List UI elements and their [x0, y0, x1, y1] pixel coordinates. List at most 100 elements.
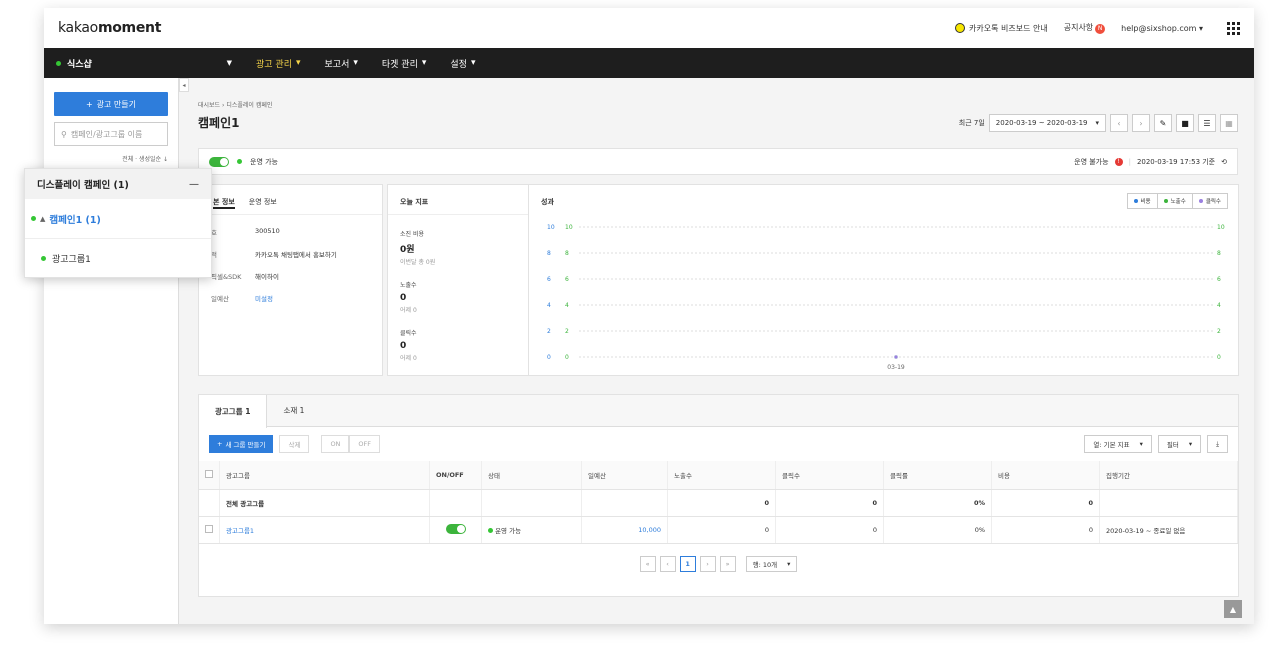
col-ctr[interactable]: 클릭률: [883, 461, 992, 490]
account-menu[interactable]: help@sixshop.com ▾: [1121, 24, 1203, 33]
campaign-onoff-toggle[interactable]: [209, 156, 229, 167]
metric-impressions: 노출수 0 어제 0: [400, 282, 417, 314]
status-dot-icon: [31, 216, 36, 221]
scroll-top-button[interactable]: ▲: [1224, 600, 1242, 618]
sidebar-collapse-button[interactable]: ◂: [179, 78, 189, 92]
prev-period-button[interactable]: ‹: [1110, 114, 1128, 132]
col-period[interactable]: 집행기간: [1099, 461, 1238, 490]
metric-cost: 소진 비용 0원 이번달 총 0원: [400, 231, 436, 266]
today-metrics-panel: 오늘 지표 소진 비용 0원 이번달 총 0원 노출수 0 어제 0 클릭수 0 어제 0: [387, 184, 529, 376]
daily-budget-link[interactable]: 미설정: [255, 293, 273, 303]
notice-link[interactable]: 공지사항 N: [1064, 22, 1106, 34]
edit-icon[interactable]: ✎: [1154, 114, 1172, 132]
pagination: « ‹ 1 › » 행: 10개 ▾: [199, 555, 1238, 572]
tab-adgroup[interactable]: 광고그룹 1: [199, 395, 268, 428]
prev-page-button[interactable]: ‹: [659, 555, 676, 572]
campaign-tree-popup: 디스플레이 캠페인 (1) — ▲ 캠페인1 (1) 광고그룹1: [24, 168, 212, 278]
grid-view-icon[interactable]: ▦: [1220, 114, 1238, 132]
top-bar: kakaomoment 카카오톡 비즈보드 안내 공지사항 N help@sixs…: [44, 8, 1254, 48]
breadcrumb-dashboard[interactable]: 대시보드: [198, 102, 220, 109]
col-adgroup[interactable]: 광고그룹: [219, 461, 430, 490]
select-all-checkbox[interactable]: [205, 469, 213, 478]
column-select[interactable]: 열: 기본 지표 ▾: [1084, 435, 1152, 453]
tree-adgroup-item[interactable]: 광고그룹1: [25, 239, 211, 277]
col-status[interactable]: 상태: [481, 461, 582, 490]
app-grid-icon[interactable]: [1227, 21, 1240, 35]
legend-clicks[interactable]: 클릭수: [1193, 194, 1227, 208]
main-content: 대시보드 › 디스플레이 캠페인 캠페인1 최근 7일 2020-03-19 ~…: [198, 78, 1254, 624]
first-page-button[interactable]: «: [639, 555, 656, 572]
tab-creative[interactable]: 소재 1: [267, 395, 320, 426]
col-impressions[interactable]: 노출수: [667, 461, 776, 490]
refresh-icon[interactable]: ⟲: [1221, 158, 1227, 166]
rows-per-page-select[interactable]: 행: 10개 ▾: [745, 555, 798, 572]
adgroup-name-link[interactable]: 광고그룹1: [219, 516, 430, 544]
y-tick-left-a: 0: [547, 354, 551, 361]
legend-cost[interactable]: 비용: [1128, 194, 1158, 208]
y-tick-left-b: 10: [565, 224, 573, 231]
delete-icon[interactable]: ■: [1176, 114, 1194, 132]
new-group-button[interactable]: + 새 그룹 만들기: [209, 435, 274, 453]
status-dot-icon: [237, 159, 242, 164]
col-cost[interactable]: 비용: [991, 461, 1100, 490]
tree-header[interactable]: 디스플레이 캠페인 (1): [37, 177, 129, 191]
nav-target-management[interactable]: 타겟 관리 ▾: [370, 57, 439, 70]
delete-button[interactable]: 삭제: [279, 435, 310, 453]
plus-icon: +: [217, 440, 223, 448]
off-button[interactable]: OFF: [349, 435, 381, 453]
on-button[interactable]: ON: [321, 435, 350, 453]
chevron-down-icon: ▼: [226, 59, 232, 67]
kakaotalk-icon: [955, 23, 966, 33]
next-page-button[interactable]: ›: [699, 555, 716, 572]
col-daily-budget[interactable]: 일예산: [581, 461, 668, 490]
status-dot-icon: [488, 527, 493, 533]
col-onoff[interactable]: ON/OFF: [429, 461, 482, 490]
kakaomoment-logo[interactable]: kakaomoment: [58, 20, 161, 36]
campaign-status-bar: 운영 가능 운영 불가능! | 2020-03-19 17:53 기준 ⟲: [198, 148, 1238, 175]
y-tick-left-a: 6: [547, 276, 551, 283]
app-window: kakaomoment 카카오톡 비즈보드 안내 공지사항 N help@sixs…: [44, 8, 1254, 624]
next-period-button[interactable]: ›: [1132, 114, 1150, 132]
adgroup-onoff-toggle[interactable]: [445, 523, 466, 534]
page-number[interactable]: 1: [679, 555, 696, 572]
filter-select[interactable]: 필터 ▾: [1157, 435, 1202, 453]
caret-up-icon: ▲: [40, 214, 46, 223]
sort-selector[interactable]: 전체 · 생성일순 ↓: [122, 154, 168, 163]
breadcrumb: 대시보드 › 디스플레이 캠페인: [198, 102, 273, 109]
nav-settings[interactable]: 설정 ▾: [438, 57, 487, 70]
nav-ad-management[interactable]: 광고 관리 ▾: [244, 57, 313, 70]
y-tick-left-b: 6: [565, 276, 569, 283]
y-tick-right: 8: [1217, 250, 1221, 257]
tab-basic-info[interactable]: 본 정보: [213, 197, 235, 209]
alert-icon[interactable]: !: [1114, 157, 1123, 166]
row-checkbox[interactable]: [205, 524, 213, 533]
metric-clicks: 클릭수 0 어제 0: [400, 330, 417, 362]
status-dot-icon: [41, 255, 46, 261]
create-ad-button[interactable]: + 광고 만들기: [54, 92, 168, 116]
download-icon[interactable]: ⤓: [1207, 435, 1228, 453]
account-selector[interactable]: 식스샵 ▼: [44, 57, 244, 70]
nav-reports[interactable]: 보고서 ▾: [313, 57, 370, 70]
campaign-search-input[interactable]: ⚲ 캠페인/광고그룹 이름: [54, 122, 168, 146]
notice-new-badge: N: [1095, 24, 1106, 34]
budget-link[interactable]: 10,000: [581, 516, 668, 544]
y-tick-right: 10: [1217, 224, 1225, 231]
tree-campaign-item[interactable]: ▲ 캠페인1 (1): [25, 199, 211, 239]
date-controls: 최근 7일 2020-03-19 ~ 2020-03-19 ▾ ‹ › ✎ ■ ☰…: [959, 114, 1238, 132]
adgroup-table: 광고그룹 ON/OFF 상태 일예산 노출수 클릭수 클릭률 비용 집행기간 전…: [199, 461, 1238, 544]
kakaotalk-bizboard-link[interactable]: 카카오톡 비즈보드 안내: [955, 23, 1048, 34]
collapse-icon[interactable]: —: [189, 179, 199, 190]
col-clicks[interactable]: 클릭수: [775, 461, 884, 490]
y-tick-right: 4: [1217, 302, 1221, 309]
legend-impressions[interactable]: 노출수: [1158, 194, 1193, 208]
tab-operation-info[interactable]: 운영 정보: [249, 197, 277, 214]
list-view-icon[interactable]: ☰: [1198, 114, 1216, 132]
last-page-button[interactable]: »: [719, 555, 736, 572]
search-icon: ⚲: [61, 129, 67, 139]
y-tick-left-a: 8: [547, 250, 551, 257]
chart-legend: 비용 노출수 클릭수: [1126, 193, 1228, 209]
date-range-picker[interactable]: 2020-03-19 ~ 2020-03-19 ▾: [988, 114, 1106, 132]
performance-chart-panel: 성과 비용 노출수 클릭수 10 10 10 8 8 8 6 6 6 4 4 4 2 2 2 0 0 0 03-19: [529, 184, 1239, 376]
page-title: 캠페인1: [198, 116, 240, 130]
legend-dot-clicks: [1198, 199, 1203, 203]
